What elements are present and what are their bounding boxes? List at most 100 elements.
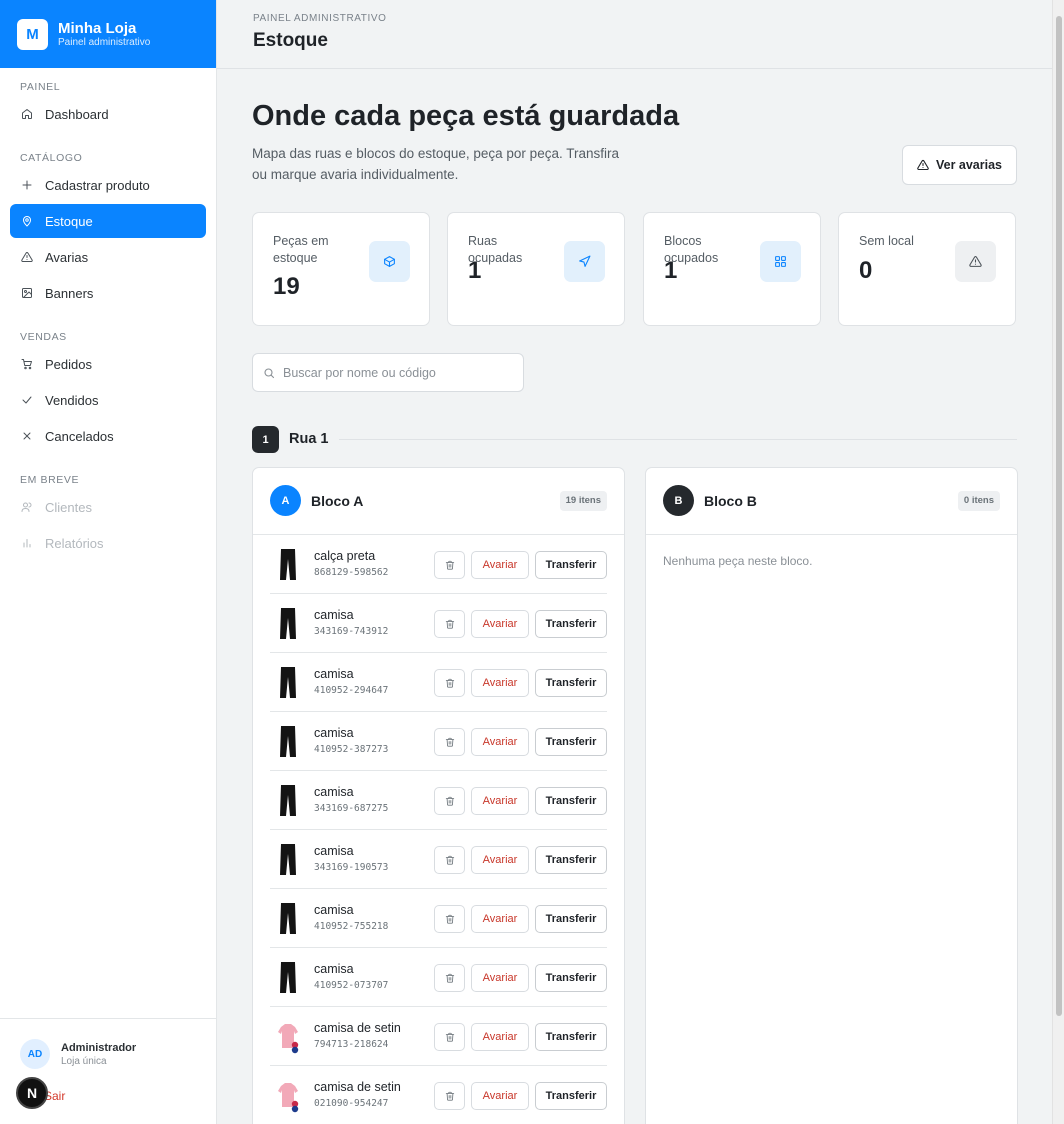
warning-icon [20,250,34,264]
mark-damaged-button[interactable]: Avariar [471,1023,529,1051]
sidebar-item-dashboard[interactable]: Dashboard [10,97,206,131]
sidebar-item-label: Relatórios [45,535,104,551]
user-profile[interactable]: AD Administrador Loja única [20,1039,136,1069]
transfer-button[interactable]: Transferir [535,728,607,756]
product-thumbnail [276,724,300,759]
mark-damaged-button[interactable]: Avariar [471,669,529,697]
block-header: B Bloco B 0 itens [646,468,1017,535]
list-item: camisa 410952-387273 Avariar Transferir [270,712,607,771]
stat-value: 19 [273,273,300,300]
item-name: camisa [314,962,354,976]
delete-button[interactable] [434,669,465,697]
stat-value: 0 [859,257,873,284]
sidebar-item-clientes: Clientes [10,490,206,524]
sidebar-item-vendidos[interactable]: Vendidos [10,383,206,417]
trash-icon [445,914,455,924]
brand-header[interactable]: M Minha Loja Painel administrativo [0,0,216,68]
check-icon [20,393,34,407]
stat-card: Ruas ocupadas 1 [447,212,625,326]
block-card: A Bloco A 19 itens calça preta 868129-598562… [252,467,625,1124]
mark-damaged-button[interactable]: Avariar [471,1082,529,1110]
item-code: 410952-294647 [314,685,389,696]
delete-button[interactable] [434,846,465,874]
sidebar-item-avarias[interactable]: Avarias [10,240,206,274]
warning-icon [955,241,996,282]
delete-button[interactable] [434,551,465,579]
rua-divider [339,439,1017,440]
mark-damaged-button[interactable]: Avariar [471,610,529,638]
transfer-button[interactable]: Transferir [535,846,607,874]
stat-label: Peças em estoque [273,234,329,265]
search-box[interactable] [252,353,524,392]
transfer-button[interactable]: Transferir [535,1082,607,1110]
stat-card: Peças em estoque 19 [252,212,430,326]
sidebar-item-label: Estoque [45,213,93,229]
mark-damaged-button[interactable]: Avariar [471,787,529,815]
sidebar-item-relatórios: Relatórios [10,526,206,560]
scrollbar-thumb[interactable] [1056,16,1062,1016]
transfer-button[interactable]: Transferir [535,669,607,697]
next-dev-badge[interactable]: N [16,1077,48,1109]
item-name: calça preta [314,549,376,563]
user-name: Administrador [61,1041,137,1054]
product-thumbnail [276,783,300,818]
transfer-button[interactable]: Transferir [535,787,607,815]
sidebar-item-label: Cadastrar produto [45,177,150,193]
delete-button[interactable] [434,787,465,815]
list-item: camisa 343169-743912 Avariar Transferir [270,594,607,653]
item-name: camisa [314,667,354,681]
sidebar-item-label: Pedidos [45,356,92,372]
delete-button[interactable] [434,1023,465,1051]
bar-chart-icon [20,536,34,550]
sidebar-nav: PAINEL Dashboard CATÁLOGO Cadastrar produto… [0,68,216,560]
delete-button[interactable] [434,728,465,756]
list-item: camisa 343169-687275 Avariar Transferir [270,771,607,830]
view-damages-button[interactable]: Ver avarias [902,145,1017,185]
item-list: calça preta 868129-598562 Avariar Transferi… [253,535,624,1124]
sidebar-item-label: Cancelados [45,428,114,444]
transfer-button[interactable]: Transferir [535,1023,607,1051]
list-item: camisa 410952-294647 Avariar Transferir [270,653,607,712]
page-scrollbar[interactable] [1052,0,1064,1124]
list-item: camisa de setin 021090-954247 Avariar Trans… [270,1066,607,1124]
mark-damaged-button[interactable]: Avariar [471,551,529,579]
delete-button[interactable] [434,610,465,638]
delete-button[interactable] [434,905,465,933]
mark-damaged-button[interactable]: Avariar [471,905,529,933]
trash-icon [445,796,455,806]
nav-heading: EM BREVE [20,474,80,486]
transfer-button[interactable]: Transferir [535,964,607,992]
sidebar-item-pedidos[interactable]: Pedidos [10,347,206,381]
block-header: A Bloco A 19 itens [253,468,624,535]
item-name: camisa [314,608,354,622]
grid-icon [760,241,801,282]
sidebar-item-banners[interactable]: Banners [10,276,206,310]
search-input[interactable] [283,365,513,380]
transfer-button[interactable]: Transferir [535,610,607,638]
delete-button[interactable] [434,1082,465,1110]
image-icon [20,286,34,300]
sidebar-item-label: Banners [45,285,94,301]
list-item: camisa 410952-755218 Avariar Transferir [270,889,607,948]
mark-damaged-button[interactable]: Avariar [471,846,529,874]
delete-button[interactable] [434,964,465,992]
item-name: camisa [314,785,354,799]
trash-icon [445,678,455,688]
sidebar-item-estoque[interactable]: Estoque [10,204,206,238]
item-count-badge: 19 itens [559,491,607,511]
item-code: 868129-598562 [314,567,389,578]
transfer-button[interactable]: Transferir [535,551,607,579]
sidebar-item-cadastrar-produto[interactable]: Cadastrar produto [10,168,206,202]
sidebar-item-cancelados[interactable]: Cancelados [10,419,206,453]
product-thumbnail [276,901,300,936]
transfer-button[interactable]: Transferir [535,905,607,933]
item-code: 021090-954247 [314,1098,389,1109]
mark-damaged-button[interactable]: Avariar [471,964,529,992]
mark-damaged-button[interactable]: Avariar [471,728,529,756]
nav-heading: VENDAS [20,331,67,343]
map-pin-icon [20,214,34,228]
empty-block-message: Nenhuma peça neste bloco. [663,554,813,568]
sidebar-footer: AD Administrador Loja única Sair N [0,1018,216,1124]
stat-label: Sem local [859,234,914,248]
trash-icon [445,737,455,747]
